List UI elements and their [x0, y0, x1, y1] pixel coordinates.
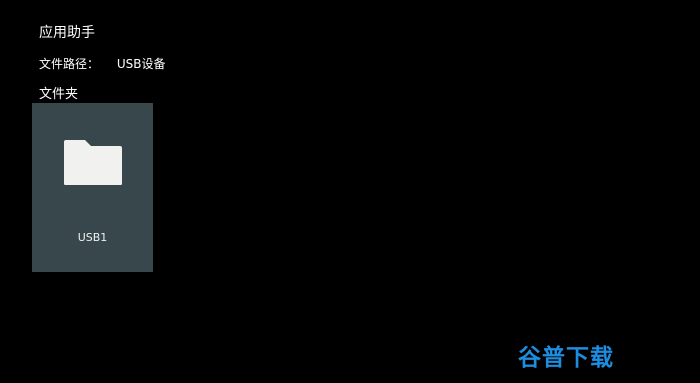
file-path-value: USB设备: [116, 57, 166, 71]
folders-section-title: 文件夹: [39, 87, 79, 102]
file-path-row: 文件路径： USB设备: [39, 55, 165, 73]
file-path-label: 文件路径：: [39, 57, 100, 71]
folder-label: USB1: [77, 231, 108, 244]
app-title: 应用助手: [39, 25, 95, 41]
folder-tile-usb1[interactable]: USB1: [32, 103, 153, 272]
watermark-logo: 谷普下载: [518, 345, 614, 371]
folder-icon: [63, 138, 123, 186]
